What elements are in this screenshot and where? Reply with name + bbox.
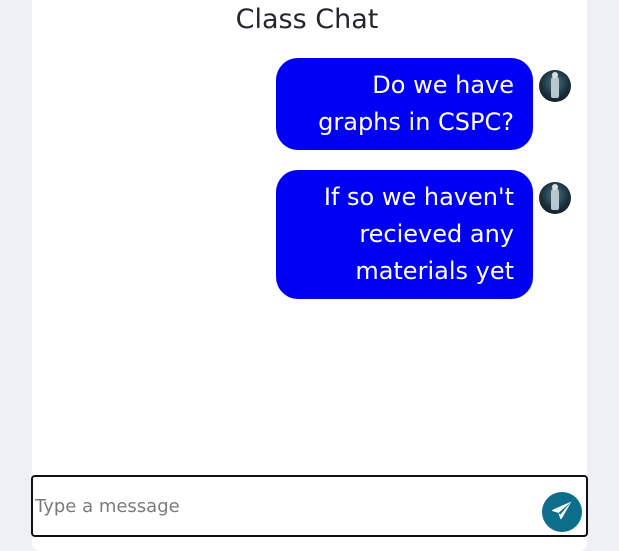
avatar-figure [551,184,559,210]
message-bubble: Do we have graphs in CSPC? [276,58,533,150]
send-button[interactable] [542,492,582,532]
avatar[interactable] [539,182,571,214]
message-row: Do we have graphs in CSPC? [276,58,571,150]
avatar-figure [551,72,559,98]
message-bubble: If so we haven't recieved any materials … [276,170,533,299]
paper-plane-icon [550,499,574,526]
page-title: Class Chat [235,4,379,35]
avatar[interactable] [539,70,571,102]
message-row: If so we haven't recieved any materials … [276,170,571,299]
message-composer [31,475,588,537]
message-input[interactable] [35,489,525,523]
chat-panel: Class Chat Do we have graphs in CSPC? If… [32,0,587,551]
